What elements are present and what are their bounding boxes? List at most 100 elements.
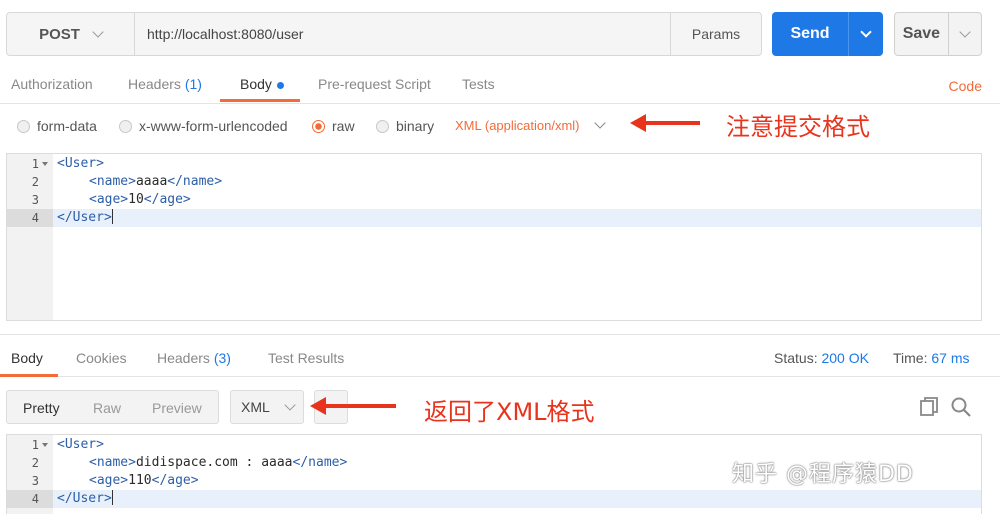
line-number: 3 — [31, 193, 39, 207]
params-button[interactable]: Params — [670, 12, 762, 56]
response-tabs: Body Cookies Headers (3) Test Results St… — [0, 335, 1000, 377]
chevron-down-icon — [593, 117, 606, 129]
radio-urlencoded[interactable]: x-www-form-urlencoded — [119, 118, 288, 134]
send-dropdown[interactable] — [848, 12, 883, 56]
tab-body-label: Body — [240, 76, 272, 92]
editor-line: 1 <User> — [7, 155, 981, 173]
chevron-down-icon — [860, 25, 872, 38]
send-label: Send — [790, 25, 830, 42]
fold-arrow-icon[interactable] — [42, 443, 48, 447]
fold-arrow-icon[interactable] — [42, 162, 48, 166]
time-value: 67 ms — [931, 350, 970, 366]
time-label: Time: — [893, 350, 928, 366]
radio-urlencoded-label: x-www-form-urlencoded — [139, 118, 288, 134]
editor-line: 2 <name>aaaa</name> — [7, 173, 981, 191]
response-format-select[interactable]: XML — [230, 390, 304, 424]
xml-value: didispace.com : aaaa — [135, 455, 293, 470]
content-type-label: XML (application/xml) — [455, 118, 580, 133]
tab-tests[interactable]: Tests — [462, 76, 495, 92]
radio-circle-icon — [119, 119, 132, 133]
content-type-select[interactable]: XML (application/xml) — [455, 117, 606, 133]
status-value: 200 OK — [821, 350, 869, 366]
xml-value: 110 — [128, 473, 152, 488]
radio-raw[interactable]: raw — [312, 118, 355, 134]
editor-line-active: 4 </User> — [7, 490, 981, 508]
resp-tab-test-results[interactable]: Test Results — [268, 350, 344, 366]
line-number: 2 — [31, 175, 39, 189]
method-label: POST — [39, 25, 80, 43]
radio-circle-icon — [376, 119, 389, 133]
radio-circle-checked-icon — [312, 119, 325, 133]
response-view-toggle: Pretty Raw Preview — [6, 390, 219, 424]
xml-tag: <User> — [57, 156, 104, 171]
editor-line-active: 4 </User> — [7, 209, 981, 227]
request-bar: POST http://localhost:8080/user Params S… — [0, 0, 1000, 70]
watermark: 知乎 @程序猿DD — [732, 462, 914, 487]
radio-circle-icon — [17, 119, 30, 133]
response-format-label: XML — [241, 399, 270, 415]
save-button[interactable]: Save — [894, 12, 982, 56]
tab-headers[interactable]: Headers (1) — [128, 76, 202, 92]
line-number: 3 — [31, 474, 39, 488]
xml-tag: </age> — [151, 473, 199, 488]
resp-tab-headers-label: Headers — [157, 350, 210, 366]
chevron-down-icon — [92, 25, 104, 38]
radio-form-data-label: form-data — [37, 118, 97, 134]
request-body-editor[interactable]: 1 <User> 2 <name>aaaa</name> 3 <age>10</… — [6, 153, 982, 321]
save-dropdown[interactable] — [947, 13, 981, 55]
radio-form-data[interactable]: form-data — [17, 118, 97, 134]
time-readout: Time: 67 ms — [893, 350, 970, 366]
active-tab-indicator — [220, 99, 300, 102]
xml-tag: <name> — [89, 174, 136, 189]
view-raw[interactable]: Raw — [93, 400, 121, 416]
search-icon[interactable] — [950, 396, 972, 418]
xml-value: aaaa — [135, 174, 168, 189]
status-readout: Status: 200 OK — [774, 350, 869, 366]
url-value: http://localhost:8080/user — [147, 26, 304, 42]
annotation-request-note: 注意提交格式 — [726, 113, 870, 141]
tab-authorization[interactable]: Authorization — [11, 76, 93, 92]
view-preview[interactable]: Preview — [152, 400, 202, 416]
code-link[interactable]: Code — [949, 78, 982, 94]
text-cursor — [111, 209, 113, 224]
radio-binary-label: binary — [396, 118, 435, 134]
chevron-down-icon — [284, 398, 296, 411]
line-number: 4 — [7, 490, 53, 508]
method-select[interactable]: POST — [6, 12, 135, 56]
send-button[interactable]: Send — [772, 12, 883, 56]
resp-headers-count: (3) — [213, 350, 231, 366]
view-pretty[interactable]: Pretty — [23, 400, 60, 416]
tab-headers-label: Headers — [128, 76, 181, 92]
xml-tag: <age> — [89, 473, 129, 488]
tab-prerequest-script[interactable]: Pre-request Script — [318, 76, 431, 92]
annotation-response-note: 返回了XML格式 — [424, 398, 595, 426]
modified-dot-icon — [276, 81, 284, 89]
active-tab-indicator — [0, 374, 58, 377]
xml-value: 10 — [128, 192, 144, 207]
xml-tag: </User> — [57, 491, 112, 506]
xml-tag: </age> — [143, 192, 191, 207]
xml-tag: </User> — [57, 210, 112, 225]
resp-tab-body[interactable]: Body — [11, 350, 43, 366]
radio-binary[interactable]: binary — [376, 118, 434, 134]
chevron-down-icon — [959, 25, 971, 38]
url-input[interactable]: http://localhost:8080/user — [134, 12, 671, 56]
editor-line: 3 <age>10</age> — [7, 191, 981, 209]
save-label: Save — [902, 25, 941, 42]
status-label: Status: — [774, 350, 818, 366]
radio-raw-label: raw — [332, 118, 355, 134]
request-tabs: Authorization Headers (1) Body Pre-reque… — [0, 70, 1000, 104]
resp-tab-headers[interactable]: Headers (3) — [157, 350, 231, 366]
params-label: Params — [691, 26, 741, 42]
copy-icon[interactable] — [918, 396, 940, 418]
annotation-arrow-icon — [310, 397, 396, 415]
line-number: 4 — [7, 209, 53, 227]
line-number: 2 — [31, 456, 39, 470]
resp-tab-cookies[interactable]: Cookies — [76, 350, 127, 366]
xml-tag: </name> — [292, 455, 348, 470]
xml-tag: <age> — [89, 192, 129, 207]
tab-body[interactable]: Body — [240, 76, 284, 92]
text-cursor — [111, 490, 113, 505]
xml-tag: <name> — [89, 455, 136, 470]
xml-tag: <User> — [57, 437, 104, 452]
